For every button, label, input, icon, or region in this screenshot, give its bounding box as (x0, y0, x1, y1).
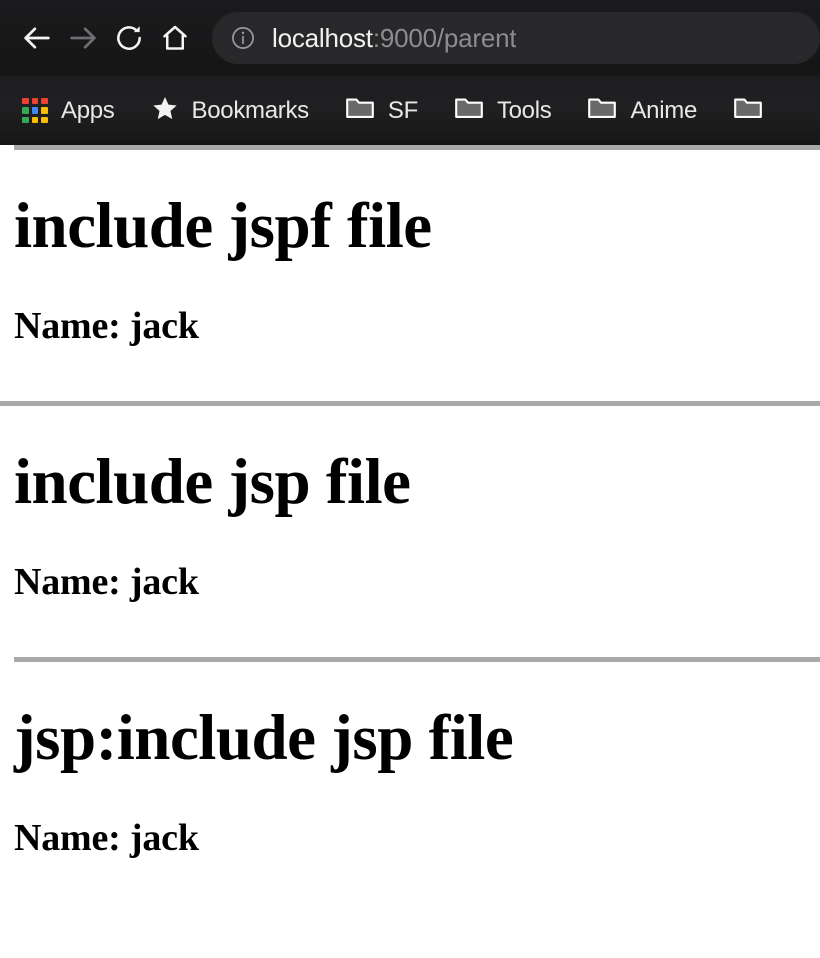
bookmark-apps[interactable]: Apps (14, 88, 123, 134)
bookmark-label-bookmarks: Bookmarks (191, 96, 310, 124)
section-heading: jsp:include jsp file (14, 702, 514, 774)
page-viewport: include jspf file Name: jack include jsp… (0, 145, 820, 958)
address-bar-url: localhost:9000/parent (272, 23, 516, 54)
url-path: :9000/parent (372, 22, 517, 53)
section-heading: include jsp file (14, 446, 411, 518)
star-icon (151, 94, 179, 127)
section-name-line: Name: jack (14, 305, 199, 347)
section-jsp-include-jsp: jsp:include jsp file Name: jack (0, 657, 820, 913)
info-circle-icon[interactable] (230, 25, 256, 51)
folder-icon (733, 95, 763, 126)
home-button[interactable] (152, 15, 198, 61)
bookmarks-bar: Apps Bookmarks SF Tools Anime (0, 76, 820, 145)
forward-arrow-icon (66, 21, 100, 55)
bookmark-folder-sf[interactable]: SF (337, 88, 426, 134)
bookmark-label-sf: SF (387, 96, 418, 124)
page-content: include jspf file Name: jack include jsp… (0, 145, 820, 913)
reload-button[interactable] (106, 15, 152, 61)
section-include-jspf: include jspf file Name: jack (0, 145, 820, 401)
section-heading: include jspf file (14, 190, 432, 262)
folder-icon (454, 95, 484, 126)
folder-icon (345, 95, 375, 126)
section-name-line: Name: jack (14, 817, 199, 859)
bookmark-folder-tools[interactable]: Tools (446, 88, 560, 134)
reload-icon (113, 22, 145, 54)
home-icon (160, 23, 190, 53)
folder-icon (587, 95, 617, 126)
bookmark-folder-overflow[interactable] (725, 88, 771, 134)
section-include-jsp: include jsp file Name: jack (0, 401, 820, 657)
address-bar[interactable]: localhost:9000/parent (212, 12, 820, 64)
section-name-line: Name: jack (14, 561, 199, 603)
bookmark-bookmarks[interactable]: Bookmarks (143, 88, 317, 134)
back-arrow-icon (20, 21, 54, 55)
apps-grid-icon (22, 97, 48, 124)
back-button[interactable] (14, 15, 60, 61)
forward-button[interactable] (60, 15, 106, 61)
url-host: localhost (272, 22, 373, 53)
browser-toolbar: localhost:9000/parent (0, 0, 820, 76)
bookmark-label-tools: Tools (496, 96, 552, 124)
browser-chrome: localhost:9000/parent Apps Bookmarks SF … (0, 0, 820, 145)
bookmark-label-anime: Anime (630, 96, 697, 124)
bookmark-label-apps: Apps (61, 96, 115, 124)
bookmark-folder-anime[interactable]: Anime (579, 88, 705, 134)
